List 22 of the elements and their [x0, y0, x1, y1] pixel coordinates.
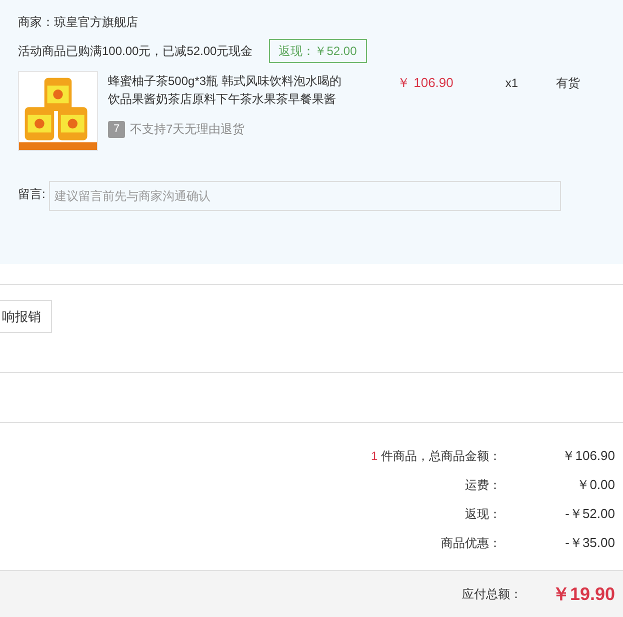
message-field[interactable]: 建议留言前先与商家沟通确认: [49, 181, 562, 211]
product-price: ￥ 106.90: [397, 74, 454, 89]
return-policy: 不支持7天无理由退货: [130, 121, 245, 138]
shop-name: 商家：琼皇官方旗舰店: [18, 14, 139, 31]
summary-label: 商品优惠：: [441, 534, 501, 552]
message-label: 留言:: [18, 186, 46, 203]
summary-value: ￥0.00: [576, 476, 615, 494]
summary-value: ￥106.90: [561, 446, 615, 465]
quantity: x1: [505, 75, 518, 90]
total-amount: ￥19.90: [552, 582, 615, 606]
summary-label: 1 件商品，总商品金额：: [370, 448, 501, 464]
summary-value: -￥52.00: [564, 504, 615, 523]
product-title[interactable]: 蜂蜜柚子茶500g*3瓶 韩式风味饮料泡水喝的饮品果酱奶茶店原料下午茶水果茶早餐果酱: [108, 72, 348, 108]
invoice-button[interactable]: 响报销: [0, 300, 52, 333]
summary-label: 返现：: [465, 506, 501, 522]
summary-value: -￥35.00: [564, 534, 615, 552]
cashback-badge: 返现：￥52.00: [268, 39, 367, 63]
promo-text: 活动商品已购满100.00元，已减52.00元现金: [18, 43, 253, 60]
summary-label: 运费：: [465, 476, 501, 494]
total-label: 应付总额：: [462, 586, 522, 603]
stock-status: 有货: [556, 75, 580, 90]
return-icon: 7: [108, 120, 125, 138]
